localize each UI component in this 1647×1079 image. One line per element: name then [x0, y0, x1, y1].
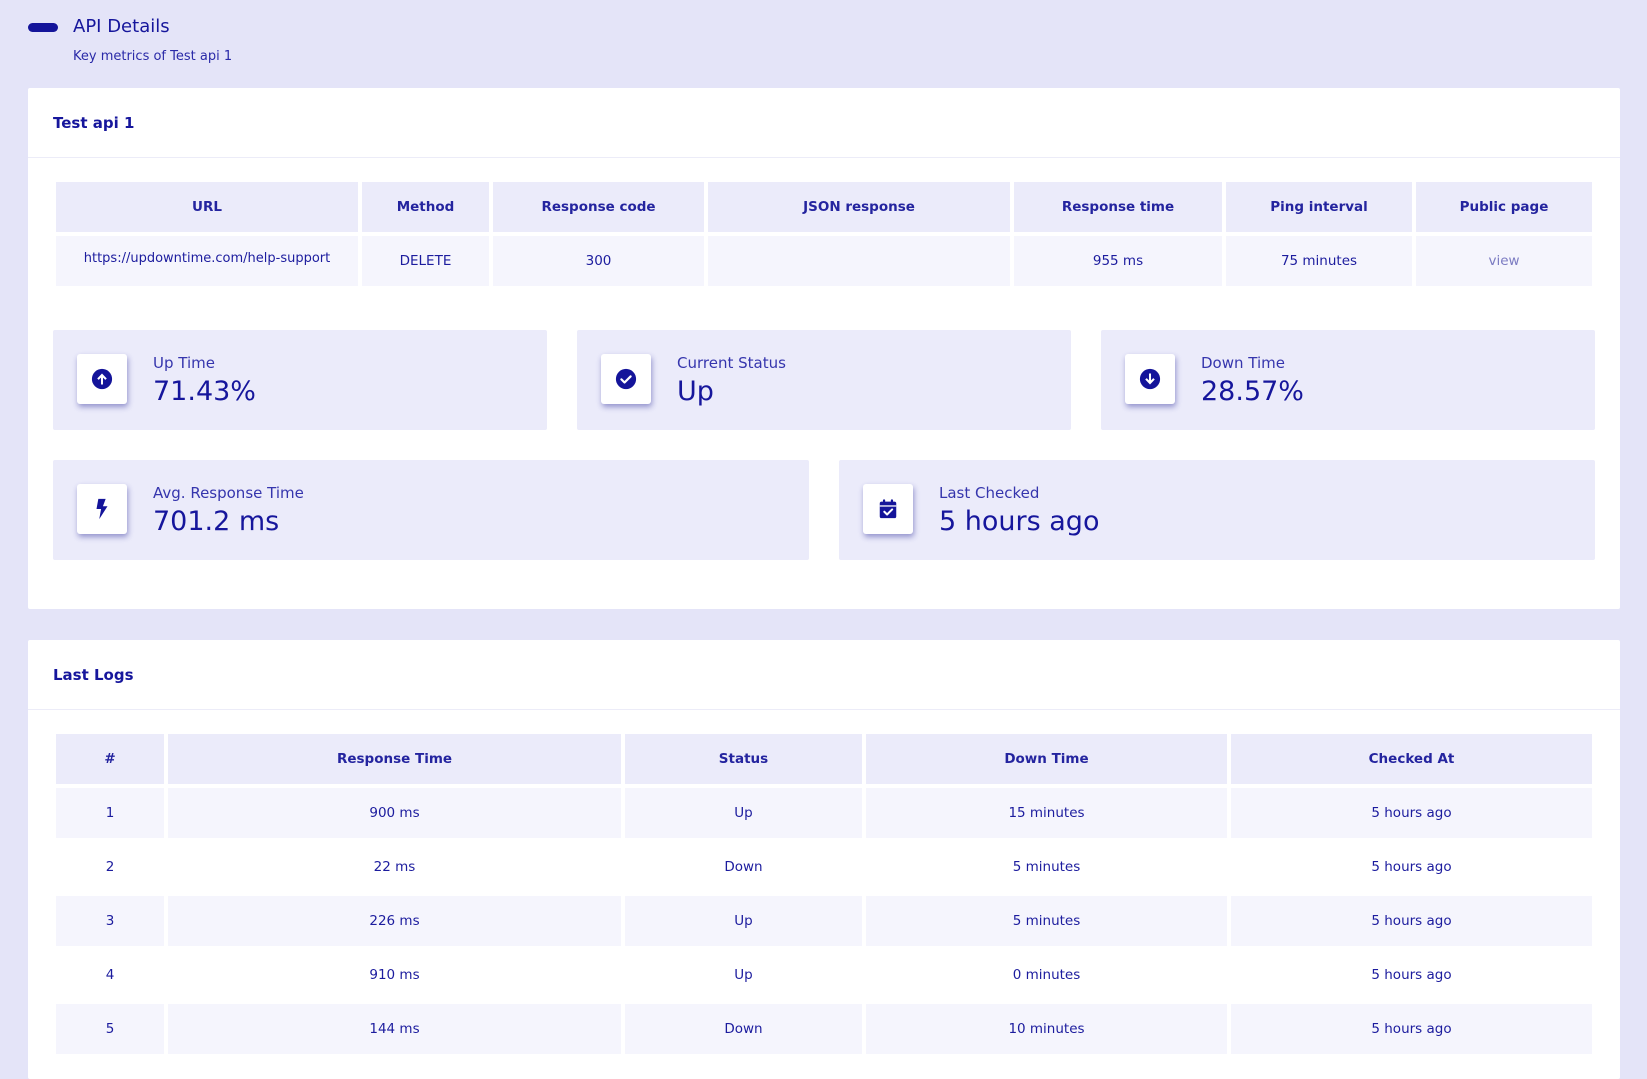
- column-header-response-time: Response Time: [168, 734, 621, 784]
- calendar-check-icon: [863, 484, 913, 534]
- card-header: Test api 1: [28, 88, 1620, 158]
- stat-value: 5 hours ago: [939, 506, 1100, 537]
- log-status: Up: [625, 788, 862, 838]
- api-details-card: Test api 1 URL Method Response code JSON…: [28, 88, 1620, 609]
- last-logs-card: Last Logs # Response Time Status Down Ti…: [28, 640, 1620, 1079]
- check-circle-icon: [601, 354, 651, 404]
- table-header-row: URL Method Response code JSON response R…: [56, 182, 1592, 232]
- column-header-status: Status: [625, 734, 862, 784]
- up-time-stat: Up Time 71.43%: [53, 330, 547, 430]
- arrow-down-circle-icon: [1125, 354, 1175, 404]
- log-number: 3: [56, 896, 164, 946]
- table-header-row: # Response Time Status Down Time Checked…: [56, 734, 1592, 784]
- column-header-checked-at: Checked At: [1231, 734, 1592, 784]
- api-url: https://updowntime.com/help-support: [56, 236, 358, 286]
- api-name-title: Test api 1: [53, 113, 135, 132]
- table-row: 3 226 ms Up 5 minutes 5 hours ago: [56, 896, 1592, 946]
- table-row: 2 22 ms Down 5 minutes 5 hours ago: [56, 842, 1592, 892]
- logs-table: # Response Time Status Down Time Checked…: [52, 730, 1596, 1058]
- stat-value: 701.2 ms: [153, 506, 280, 537]
- logs-title: Last Logs: [53, 665, 134, 684]
- log-number: 1: [56, 788, 164, 838]
- arrow-up-circle-icon: [77, 354, 127, 404]
- log-checked-at: 5 hours ago: [1231, 950, 1592, 1000]
- log-response-time: 144 ms: [168, 1004, 621, 1054]
- log-down-time: 5 minutes: [866, 842, 1227, 892]
- log-status: Up: [625, 950, 862, 1000]
- public-page-cell: view: [1416, 236, 1592, 286]
- current-status-stat: Current Status Up: [577, 330, 1071, 430]
- api-response-time: 955 ms: [1014, 236, 1222, 286]
- stat-label: Down Time: [1201, 354, 1285, 372]
- api-details-table: URL Method Response code JSON response R…: [52, 178, 1596, 290]
- log-response-time: 226 ms: [168, 896, 621, 946]
- page-subtitle: Key metrics of Test api 1: [73, 49, 233, 64]
- avg-response-time-stat: Avg. Response Time 701.2 ms: [53, 460, 809, 560]
- api-ping-interval: 75 minutes: [1226, 236, 1412, 286]
- column-header-url: URL: [56, 182, 358, 232]
- stat-value: Up: [677, 376, 714, 407]
- column-header-public-page: Public page: [1416, 182, 1592, 232]
- log-down-time: 5 minutes: [866, 896, 1227, 946]
- log-status: Up: [625, 896, 862, 946]
- page-title: API Details: [73, 16, 170, 37]
- log-response-time: 910 ms: [168, 950, 621, 1000]
- page-header: API Details Key metrics of Test api 1: [28, 14, 1618, 74]
- table-row: https://updowntime.com/help-support DELE…: [56, 236, 1592, 286]
- log-checked-at: 5 hours ago: [1231, 1004, 1592, 1054]
- log-number: 2: [56, 842, 164, 892]
- api-json-response: [708, 236, 1010, 286]
- last-checked-stat: Last Checked 5 hours ago: [839, 460, 1595, 560]
- log-checked-at: 5 hours ago: [1231, 842, 1592, 892]
- table-row: 4 910 ms Up 0 minutes 5 hours ago: [56, 950, 1592, 1000]
- stat-label: Current Status: [677, 354, 786, 372]
- stat-value: 28.57%: [1201, 376, 1304, 407]
- log-response-time: 22 ms: [168, 842, 621, 892]
- log-down-time: 15 minutes: [866, 788, 1227, 838]
- column-header-method: Method: [362, 182, 489, 232]
- stat-label: Up Time: [153, 354, 215, 372]
- api-response-code: 300: [493, 236, 704, 286]
- column-header-number: #: [56, 734, 164, 784]
- api-method: DELETE: [362, 236, 489, 286]
- log-status: Down: [625, 1004, 862, 1054]
- column-header-json-response: JSON response: [708, 182, 1010, 232]
- column-header-down-time: Down Time: [866, 734, 1227, 784]
- column-header-ping-interval: Ping interval: [1226, 182, 1412, 232]
- log-response-time: 900 ms: [168, 788, 621, 838]
- log-status: Down: [625, 842, 862, 892]
- log-checked-at: 5 hours ago: [1231, 788, 1592, 838]
- menu-toggle-button[interactable]: [28, 23, 58, 32]
- table-row: 1 900 ms Up 15 minutes 5 hours ago: [56, 788, 1592, 838]
- public-page-view-link[interactable]: view: [1488, 253, 1519, 269]
- log-number: 5: [56, 1004, 164, 1054]
- bolt-icon: [77, 484, 127, 534]
- down-time-stat: Down Time 28.57%: [1101, 330, 1595, 430]
- log-checked-at: 5 hours ago: [1231, 896, 1592, 946]
- card-header: Last Logs: [28, 640, 1620, 710]
- log-number: 4: [56, 950, 164, 1000]
- stat-label: Avg. Response Time: [153, 484, 304, 502]
- table-row: 5 144 ms Down 10 minutes 5 hours ago: [56, 1004, 1592, 1054]
- column-header-response-code: Response code: [493, 182, 704, 232]
- stat-value: 71.43%: [153, 376, 256, 407]
- column-header-response-time: Response time: [1014, 182, 1222, 232]
- log-down-time: 10 minutes: [866, 1004, 1227, 1054]
- log-down-time: 0 minutes: [866, 950, 1227, 1000]
- stat-label: Last Checked: [939, 484, 1040, 502]
